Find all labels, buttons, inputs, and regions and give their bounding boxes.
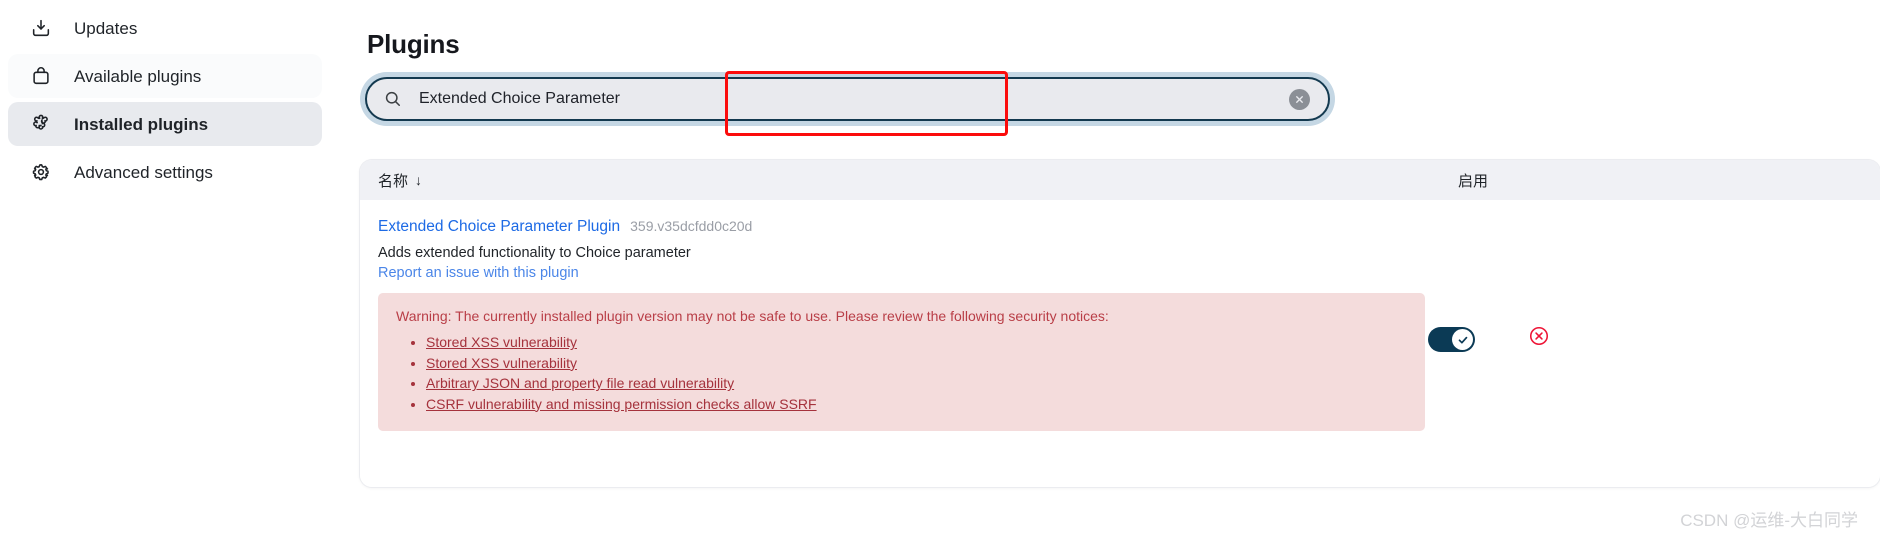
uninstall-plugin-button[interactable]: [1528, 325, 1550, 347]
security-notice-link[interactable]: CSRF vulnerability and missing permissio…: [426, 396, 817, 412]
sidebar-item-label: Updates: [74, 18, 138, 38]
list-item: Stored XSS vulnerability: [426, 333, 1407, 351]
search-input[interactable]: [419, 79, 1289, 119]
gear-icon: [30, 161, 52, 183]
sidebar-item-advanced-settings[interactable]: Advanced settings: [8, 150, 322, 194]
plugins-page: Updates Available plugins Installed plug…: [0, 0, 1880, 545]
security-notice-link[interactable]: Arbitrary JSON and property file read vu…: [426, 375, 734, 391]
plugin-title-line: Extended Choice Parameter Plugin 359.v35…: [378, 218, 1862, 236]
download-icon: [30, 17, 52, 39]
table-row: Extended Choice Parameter Plugin 359.v35…: [360, 200, 1880, 432]
search-icon: [383, 89, 403, 109]
sort-descending-icon: ↓: [415, 172, 423, 188]
sidebar-item-updates[interactable]: Updates: [8, 6, 322, 50]
puzzle-piece-icon: [30, 113, 52, 135]
sidebar-item-label: Available plugins: [74, 66, 202, 86]
list-item: Stored XSS vulnerability: [426, 354, 1407, 372]
report-issue-link[interactable]: Report an issue with this plugin: [378, 265, 579, 281]
clear-search-icon[interactable]: [1289, 88, 1310, 110]
plugin-description: Adds extended functionality to Choice pa…: [378, 245, 691, 261]
column-header-name[interactable]: 名称 ↓: [378, 170, 422, 191]
security-warning-text: Warning: The currently installed plugin …: [396, 308, 1109, 324]
shopping-bag-icon: [30, 65, 52, 87]
security-notice-list: Stored XSS vulnerability Stored XSS vuln…: [396, 333, 1407, 413]
plugin-name-link[interactable]: Extended Choice Parameter Plugin: [378, 218, 620, 236]
plugin-version: 359.v35dcfdd0c20d: [630, 218, 753, 234]
column-header-name-label: 名称: [378, 172, 409, 190]
sidebar-item-installed-plugins[interactable]: Installed plugins: [8, 102, 322, 146]
toggle-check-icon: [1452, 329, 1473, 350]
search-field-wrapper: [360, 72, 1335, 126]
plugin-enabled-toggle[interactable]: [1428, 327, 1475, 352]
sidebar-item-label: Installed plugins: [74, 114, 209, 134]
sidebar: Updates Available plugins Installed plug…: [0, 0, 330, 545]
table-header-row: 名称 ↓ 启用: [360, 160, 1880, 200]
main-content: Plugins 名称: [330, 0, 1880, 545]
search-box[interactable]: [365, 77, 1330, 121]
table-body: Extended Choice Parameter Plugin 359.v35…: [360, 200, 1880, 487]
watermark: CSDN @运维-大白同学: [1680, 511, 1858, 530]
sidebar-item-label: Advanced settings: [74, 162, 213, 182]
sidebar-item-available-plugins[interactable]: Available plugins: [8, 54, 322, 98]
security-notice-link[interactable]: Stored XSS vulnerability: [426, 355, 577, 371]
security-warning-box: Warning: The currently installed plugin …: [378, 293, 1425, 432]
list-item: CSRF vulnerability and missing permissio…: [426, 395, 1407, 413]
security-notice-link[interactable]: Stored XSS vulnerability: [426, 334, 577, 350]
column-header-enabled: 启用: [1458, 172, 1489, 190]
page-title: Plugins: [367, 29, 460, 60]
installed-plugins-card: 名称 ↓ 启用 Extended Choice Parameter Plugin…: [360, 160, 1880, 487]
list-item: Arbitrary JSON and property file read vu…: [426, 374, 1407, 392]
